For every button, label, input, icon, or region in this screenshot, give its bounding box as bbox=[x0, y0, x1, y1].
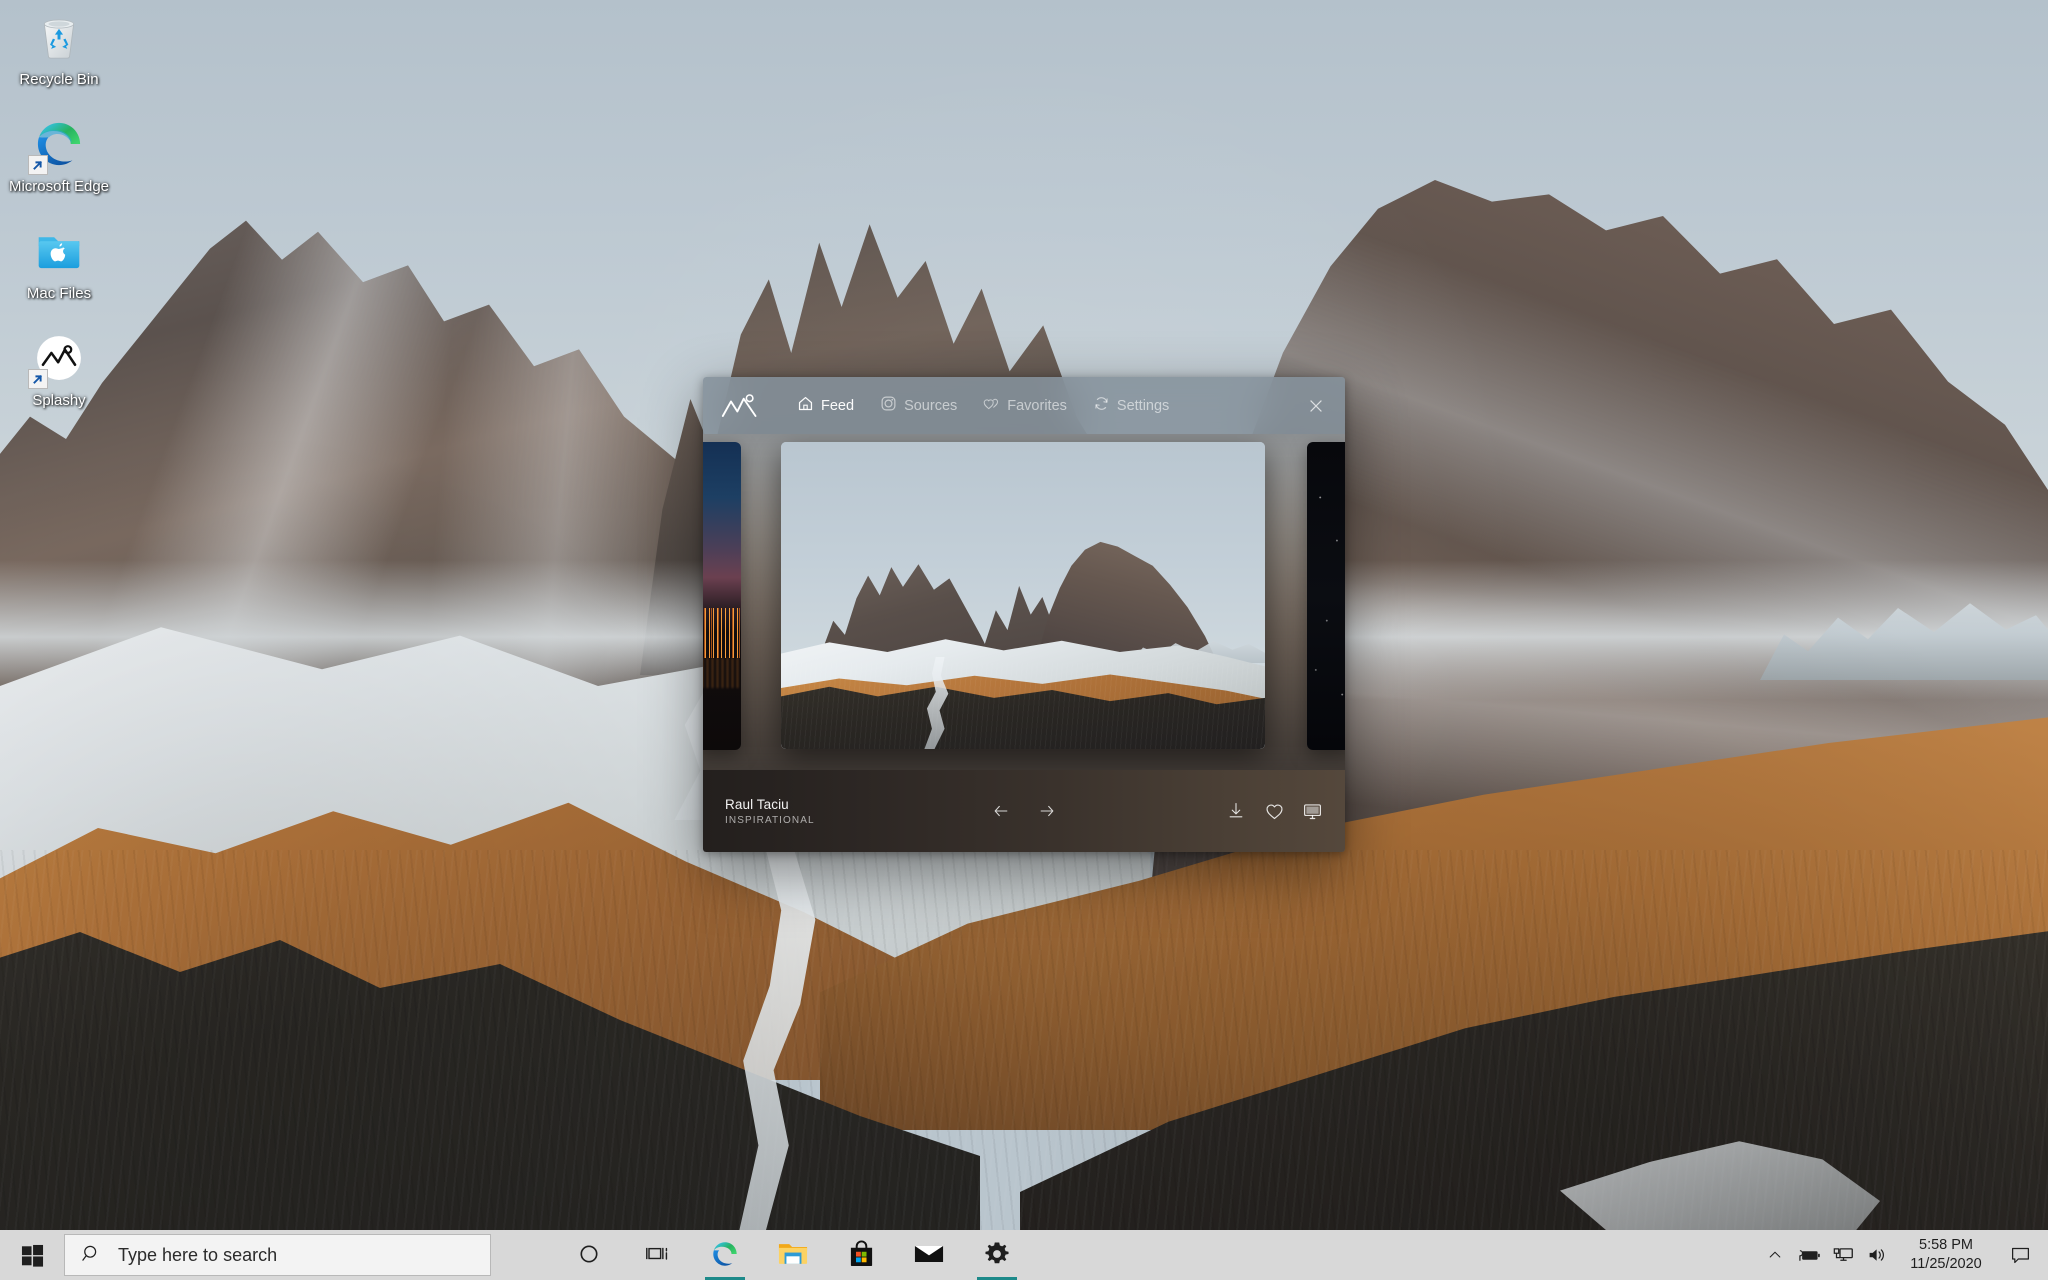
carousel-navigation[interactable] bbox=[988, 798, 1060, 824]
photo-forest-texture bbox=[781, 663, 1265, 749]
splashy-nav-tabs[interactable]: Feed Sources Favorites Settings bbox=[797, 395, 1169, 416]
desktop-icon-recycle-bin[interactable]: Recycle Bin bbox=[6, 8, 112, 89]
home-icon bbox=[797, 395, 814, 416]
taskbar-item-microsoft-store[interactable] bbox=[827, 1230, 895, 1280]
tab-label: Sources bbox=[904, 397, 958, 414]
shortcut-arrow-icon bbox=[28, 155, 48, 175]
notification-chat-icon[interactable] bbox=[1998, 1230, 2042, 1280]
taskbar-clock[interactable]: 5:58 PM 11/25/2020 bbox=[1894, 1236, 1998, 1274]
thumbnail-image bbox=[703, 442, 741, 750]
taskbar-item-task-view[interactable] bbox=[623, 1230, 691, 1280]
taskbar-item-cortana[interactable] bbox=[555, 1230, 623, 1280]
desktop-icon-splashy[interactable]: Splashy bbox=[6, 329, 112, 410]
monitor-icon[interactable] bbox=[1301, 800, 1323, 822]
windows-start-icon[interactable] bbox=[0, 1230, 64, 1280]
task-view-icon bbox=[645, 1243, 670, 1268]
download-icon[interactable] bbox=[1225, 800, 1247, 822]
microsoft-edge-icon bbox=[28, 115, 88, 175]
chevron-up-icon[interactable] bbox=[1758, 1230, 1792, 1280]
shortcut-arrow-icon bbox=[28, 369, 48, 389]
carousel-next-thumbnail[interactable] bbox=[1307, 442, 1345, 750]
battery-charging-icon[interactable] bbox=[1792, 1230, 1826, 1280]
mac-files-folder-icon bbox=[30, 222, 88, 280]
double-heart-icon bbox=[983, 395, 1000, 416]
splashy-app-icon bbox=[28, 329, 88, 389]
network-icon[interactable] bbox=[1826, 1230, 1860, 1280]
tab-settings[interactable]: Settings bbox=[1093, 395, 1169, 416]
splashy-carousel[interactable] bbox=[703, 434, 1345, 770]
splashy-titlebar[interactable]: Feed Sources Favorites Settings bbox=[703, 377, 1345, 434]
photo-category: INSPIRATIONAL bbox=[725, 814, 815, 826]
tab-favorites[interactable]: Favorites bbox=[983, 395, 1067, 416]
arrow-left-icon[interactable] bbox=[988, 798, 1014, 824]
tab-label: Feed bbox=[821, 397, 855, 414]
cortana-icon bbox=[578, 1243, 600, 1268]
file-explorer-icon bbox=[778, 1240, 808, 1270]
clock-time: 5:58 PM bbox=[1919, 1237, 1973, 1253]
search-input[interactable]: Type here to search bbox=[64, 1234, 491, 1276]
arrow-right-icon[interactable] bbox=[1034, 798, 1060, 824]
tab-label: Favorites bbox=[1007, 397, 1067, 414]
desktop-icon-microsoft-edge[interactable]: Microsoft Edge bbox=[6, 115, 112, 196]
recycle-bin-icon bbox=[30, 8, 88, 66]
close-icon[interactable] bbox=[1303, 393, 1329, 419]
taskbar-item-microsoft-edge[interactable] bbox=[691, 1230, 759, 1280]
settings-gear-icon bbox=[984, 1241, 1010, 1270]
search-placeholder: Type here to search bbox=[118, 1244, 278, 1265]
taskbar-item-file-explorer[interactable] bbox=[759, 1230, 827, 1280]
desktop-icon-grid: Recycle Bin Microsoft Edge Mac Files Spl… bbox=[6, 8, 116, 410]
desktop-icon-label: Recycle Bin bbox=[19, 71, 99, 88]
desktop-icon-label: Splashy bbox=[32, 392, 86, 409]
desktop-icon-mac-files[interactable]: Mac Files bbox=[6, 222, 112, 303]
microsoft-edge-icon bbox=[710, 1239, 740, 1272]
clock-date: 11/25/2020 bbox=[1910, 1256, 1982, 1272]
photo-actions[interactable] bbox=[1225, 800, 1323, 822]
microsoft-store-icon bbox=[848, 1240, 875, 1270]
taskbar-item-mail[interactable] bbox=[895, 1230, 963, 1280]
tab-sources[interactable]: Sources bbox=[880, 395, 957, 416]
taskbar-app-buttons[interactable] bbox=[555, 1230, 1031, 1280]
desktop-icon-label: Microsoft Edge bbox=[8, 178, 110, 195]
photo-credit: Raul Taciu INSPIRATIONAL bbox=[725, 797, 815, 826]
desktop-icon-label: Mac Files bbox=[26, 285, 92, 302]
search-icon bbox=[81, 1243, 102, 1267]
splashy-window[interactable]: Feed Sources Favorites Settings Raul Tac… bbox=[703, 377, 1345, 852]
sync-refresh-icon bbox=[1093, 395, 1110, 416]
tab-label: Settings bbox=[1116, 397, 1170, 414]
camera-icon bbox=[880, 395, 897, 416]
heart-icon[interactable] bbox=[1263, 800, 1285, 822]
carousel-current-photo[interactable] bbox=[781, 442, 1265, 749]
system-tray[interactable]: 5:58 PM 11/25/2020 bbox=[1758, 1230, 2048, 1280]
mountain-sun-logo-icon bbox=[721, 391, 761, 421]
tab-feed[interactable]: Feed bbox=[797, 395, 854, 416]
taskbar[interactable]: Type here to search 5:58 PM 11/25/2020 bbox=[0, 1230, 2048, 1280]
splashy-footer: Raul Taciu INSPIRATIONAL bbox=[703, 770, 1345, 852]
mail-icon bbox=[914, 1242, 944, 1268]
thumbnail-image bbox=[1307, 442, 1345, 750]
volume-icon[interactable] bbox=[1860, 1230, 1894, 1280]
desktop[interactable]: Recycle Bin Microsoft Edge Mac Files Spl… bbox=[0, 0, 2048, 1280]
taskbar-item-settings[interactable] bbox=[963, 1230, 1031, 1280]
carousel-previous-thumbnail[interactable] bbox=[703, 442, 741, 750]
photo-author: Raul Taciu bbox=[725, 796, 789, 812]
